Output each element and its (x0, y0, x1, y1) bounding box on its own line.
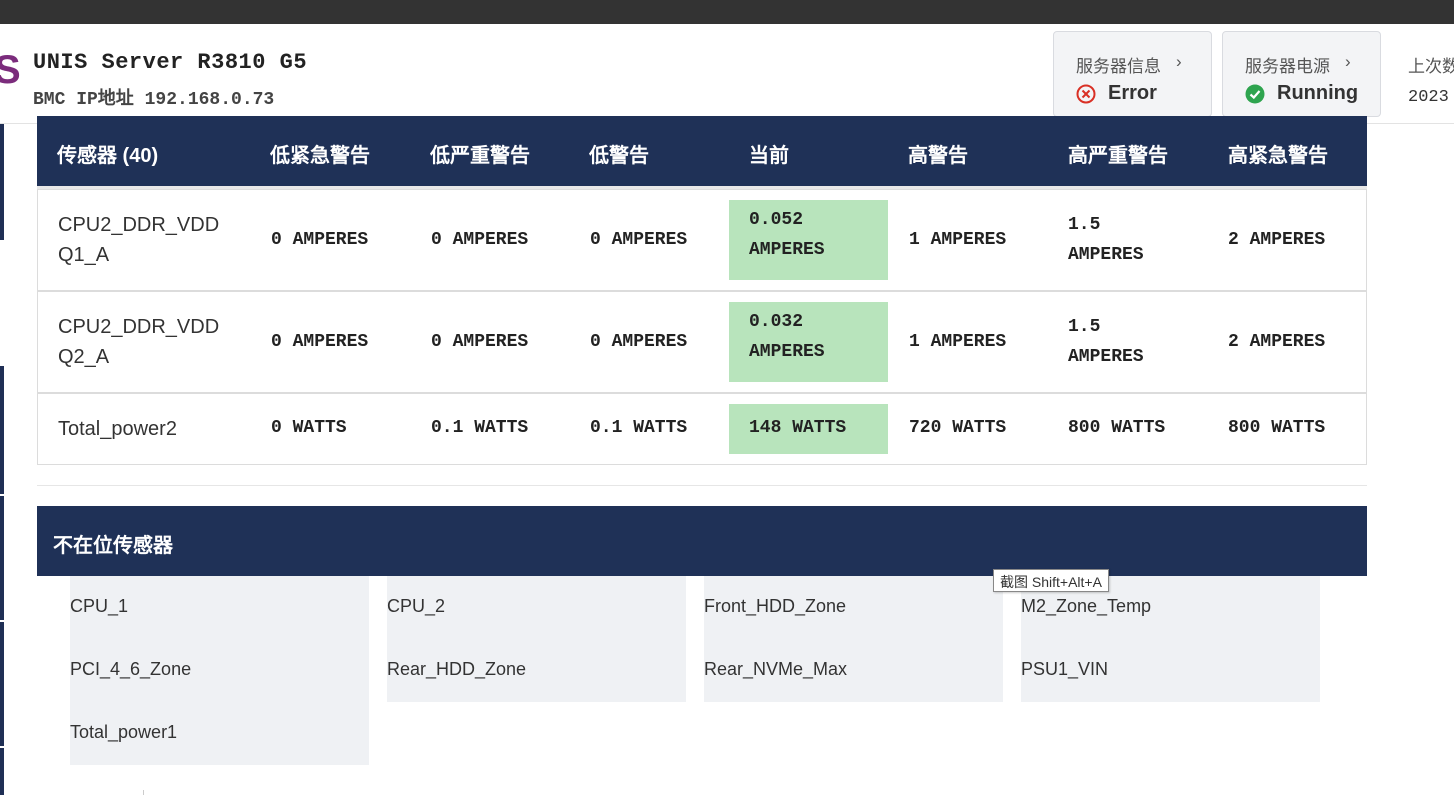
column-low-critical[interactable]: 低紧急警告 (270, 139, 370, 168)
last-update-label: 上次数 (1408, 57, 1454, 76)
low-warning-value: 0.1 WATTS (590, 418, 688, 438)
server-info-status-text: Error (1108, 82, 1157, 104)
column-current[interactable]: 当前 (749, 139, 789, 168)
sensor-name-line: CPU2_DDR_VDD (58, 214, 220, 236)
current-value: 0.052 AMPERES (729, 200, 888, 280)
column-sensor[interactable]: 传感器 (40) (57, 139, 158, 168)
high-warning-value: 1 AMPERES (909, 230, 1007, 250)
current-value-line: 0.032 (749, 312, 804, 332)
list-item: Front_HDD_Zone (704, 596, 847, 616)
high-critical-value: 2 AMPERES (1228, 332, 1326, 352)
left-nav-edge (0, 124, 4, 795)
table-row: Total_power2 0 WATTS 0.1 WATTS 0.1 WATTS… (37, 393, 1367, 465)
list-item: Rear_NVMe_Max (704, 659, 848, 679)
server-power-status: Running (1245, 82, 1358, 105)
server-info-card[interactable]: 服务器信息 › Error (1053, 31, 1212, 117)
table-row: CPU2_DDR_VDD Q1_A 0 AMPERES 0 AMPERES 0 … (37, 189, 1367, 291)
high-severe-value: 800 WATTS (1068, 418, 1166, 438)
list-item: Rear_HDD_Zone (387, 659, 527, 679)
last-update-value: 2023 (1408, 88, 1449, 107)
low-warning-value: 0 AMPERES (590, 230, 688, 250)
chevron-right-icon: › (1176, 52, 1182, 71)
chevron-right-icon: › (1345, 52, 1351, 71)
high-severe-unit: AMPERES (1068, 347, 1144, 367)
sensor-name: Total_power2 (58, 418, 177, 440)
server-info-label: 服务器信息 (1076, 57, 1161, 76)
high-severe-value: 1.5 AMPERES (1068, 312, 1144, 372)
sensor-name-line: Q1_A (58, 244, 110, 266)
list-item: CPU_1 (70, 596, 129, 616)
server-power-status-text: Running (1277, 82, 1359, 104)
absent-sensors-header: 不在位传感器 (37, 506, 1367, 576)
low-warning-value: 0 AMPERES (590, 332, 688, 352)
current-value: 0.032 AMPERES (729, 302, 888, 382)
absent-sensor-column: M2_Zone_Temp PSU1_VIN (1021, 576, 1320, 702)
server-title: UNIS Server R3810 G5 (33, 50, 308, 75)
high-warning-value: 720 WATTS (909, 418, 1007, 438)
table-row: CPU2_DDR_VDD Q2_A 0 AMPERES 0 AMPERES 0 … (37, 291, 1367, 393)
screenshot-tooltip: 截图 Shift+Alt+A (993, 569, 1109, 592)
column-high-severe[interactable]: 高严重警告 (1068, 139, 1168, 168)
high-severe-unit: AMPERES (1068, 245, 1144, 265)
high-critical-value: 800 WATTS (1228, 418, 1326, 438)
high-severe-line: 1.5 (1068, 215, 1101, 235)
browser-top-bar (0, 0, 1454, 24)
error-icon (1076, 84, 1096, 103)
list-item: PCI_4_6_Zone (70, 659, 192, 679)
section-divider (37, 485, 1367, 486)
column-low-severe[interactable]: 低严重警告 (430, 139, 530, 168)
sensor-name-line: CPU2_DDR_VDD (58, 316, 220, 338)
list-item: CPU_2 (387, 596, 446, 616)
low-critical-value: 0 WATTS (271, 418, 347, 438)
scroll-tick (143, 790, 144, 795)
low-critical-value: 0 AMPERES (271, 332, 369, 352)
sensor-name: CPU2_DDR_VDD Q2_A (58, 312, 219, 372)
list-item: PSU1_VIN (1021, 659, 1109, 679)
column-low-warning[interactable]: 低警告 (589, 139, 649, 168)
low-severe-value: 0 AMPERES (431, 332, 529, 352)
sensor-name-line: Q2_A (58, 346, 110, 368)
column-high-critical[interactable]: 高紧急警告 (1228, 139, 1328, 168)
low-critical-value: 0 AMPERES (271, 230, 369, 250)
absent-sensor-column: CPU_1 PCI_4_6_Zone Total_power1 (70, 576, 369, 765)
server-info-status: Error (1076, 82, 1157, 105)
column-high-warning[interactable]: 高警告 (908, 139, 968, 168)
absent-sensors-title: 不在位传感器 (53, 535, 173, 557)
brand-logo: S (0, 48, 21, 92)
high-warning-value: 1 AMPERES (909, 332, 1007, 352)
page-header: S UNIS Server R3810 G5 BMC IP地址 192.168.… (0, 24, 1454, 124)
low-severe-value: 0 AMPERES (431, 230, 529, 250)
absent-sensor-column: Front_HDD_Zone Rear_NVMe_Max (704, 576, 1003, 702)
list-item: Total_power1 (70, 722, 178, 742)
high-severe-line: 1.5 (1068, 317, 1101, 337)
bmc-ip-address: BMC IP地址 192.168.0.73 (33, 90, 275, 110)
low-severe-value: 0.1 WATTS (431, 418, 529, 438)
current-value-line: 0.052 (749, 210, 804, 230)
absent-sensor-column: CPU_2 Rear_HDD_Zone (387, 576, 686, 702)
server-power-card[interactable]: 服务器电源 › Running (1222, 31, 1381, 117)
current-value: 148 WATTS (729, 404, 888, 454)
current-value-unit: AMPERES (749, 240, 825, 260)
sensor-name: CPU2_DDR_VDD Q1_A (58, 210, 219, 270)
current-value-unit: AMPERES (749, 342, 825, 362)
server-power-label: 服务器电源 (1245, 57, 1330, 76)
check-circle-icon (1245, 84, 1265, 103)
high-severe-value: 1.5 AMPERES (1068, 210, 1144, 270)
high-critical-value: 2 AMPERES (1228, 230, 1326, 250)
